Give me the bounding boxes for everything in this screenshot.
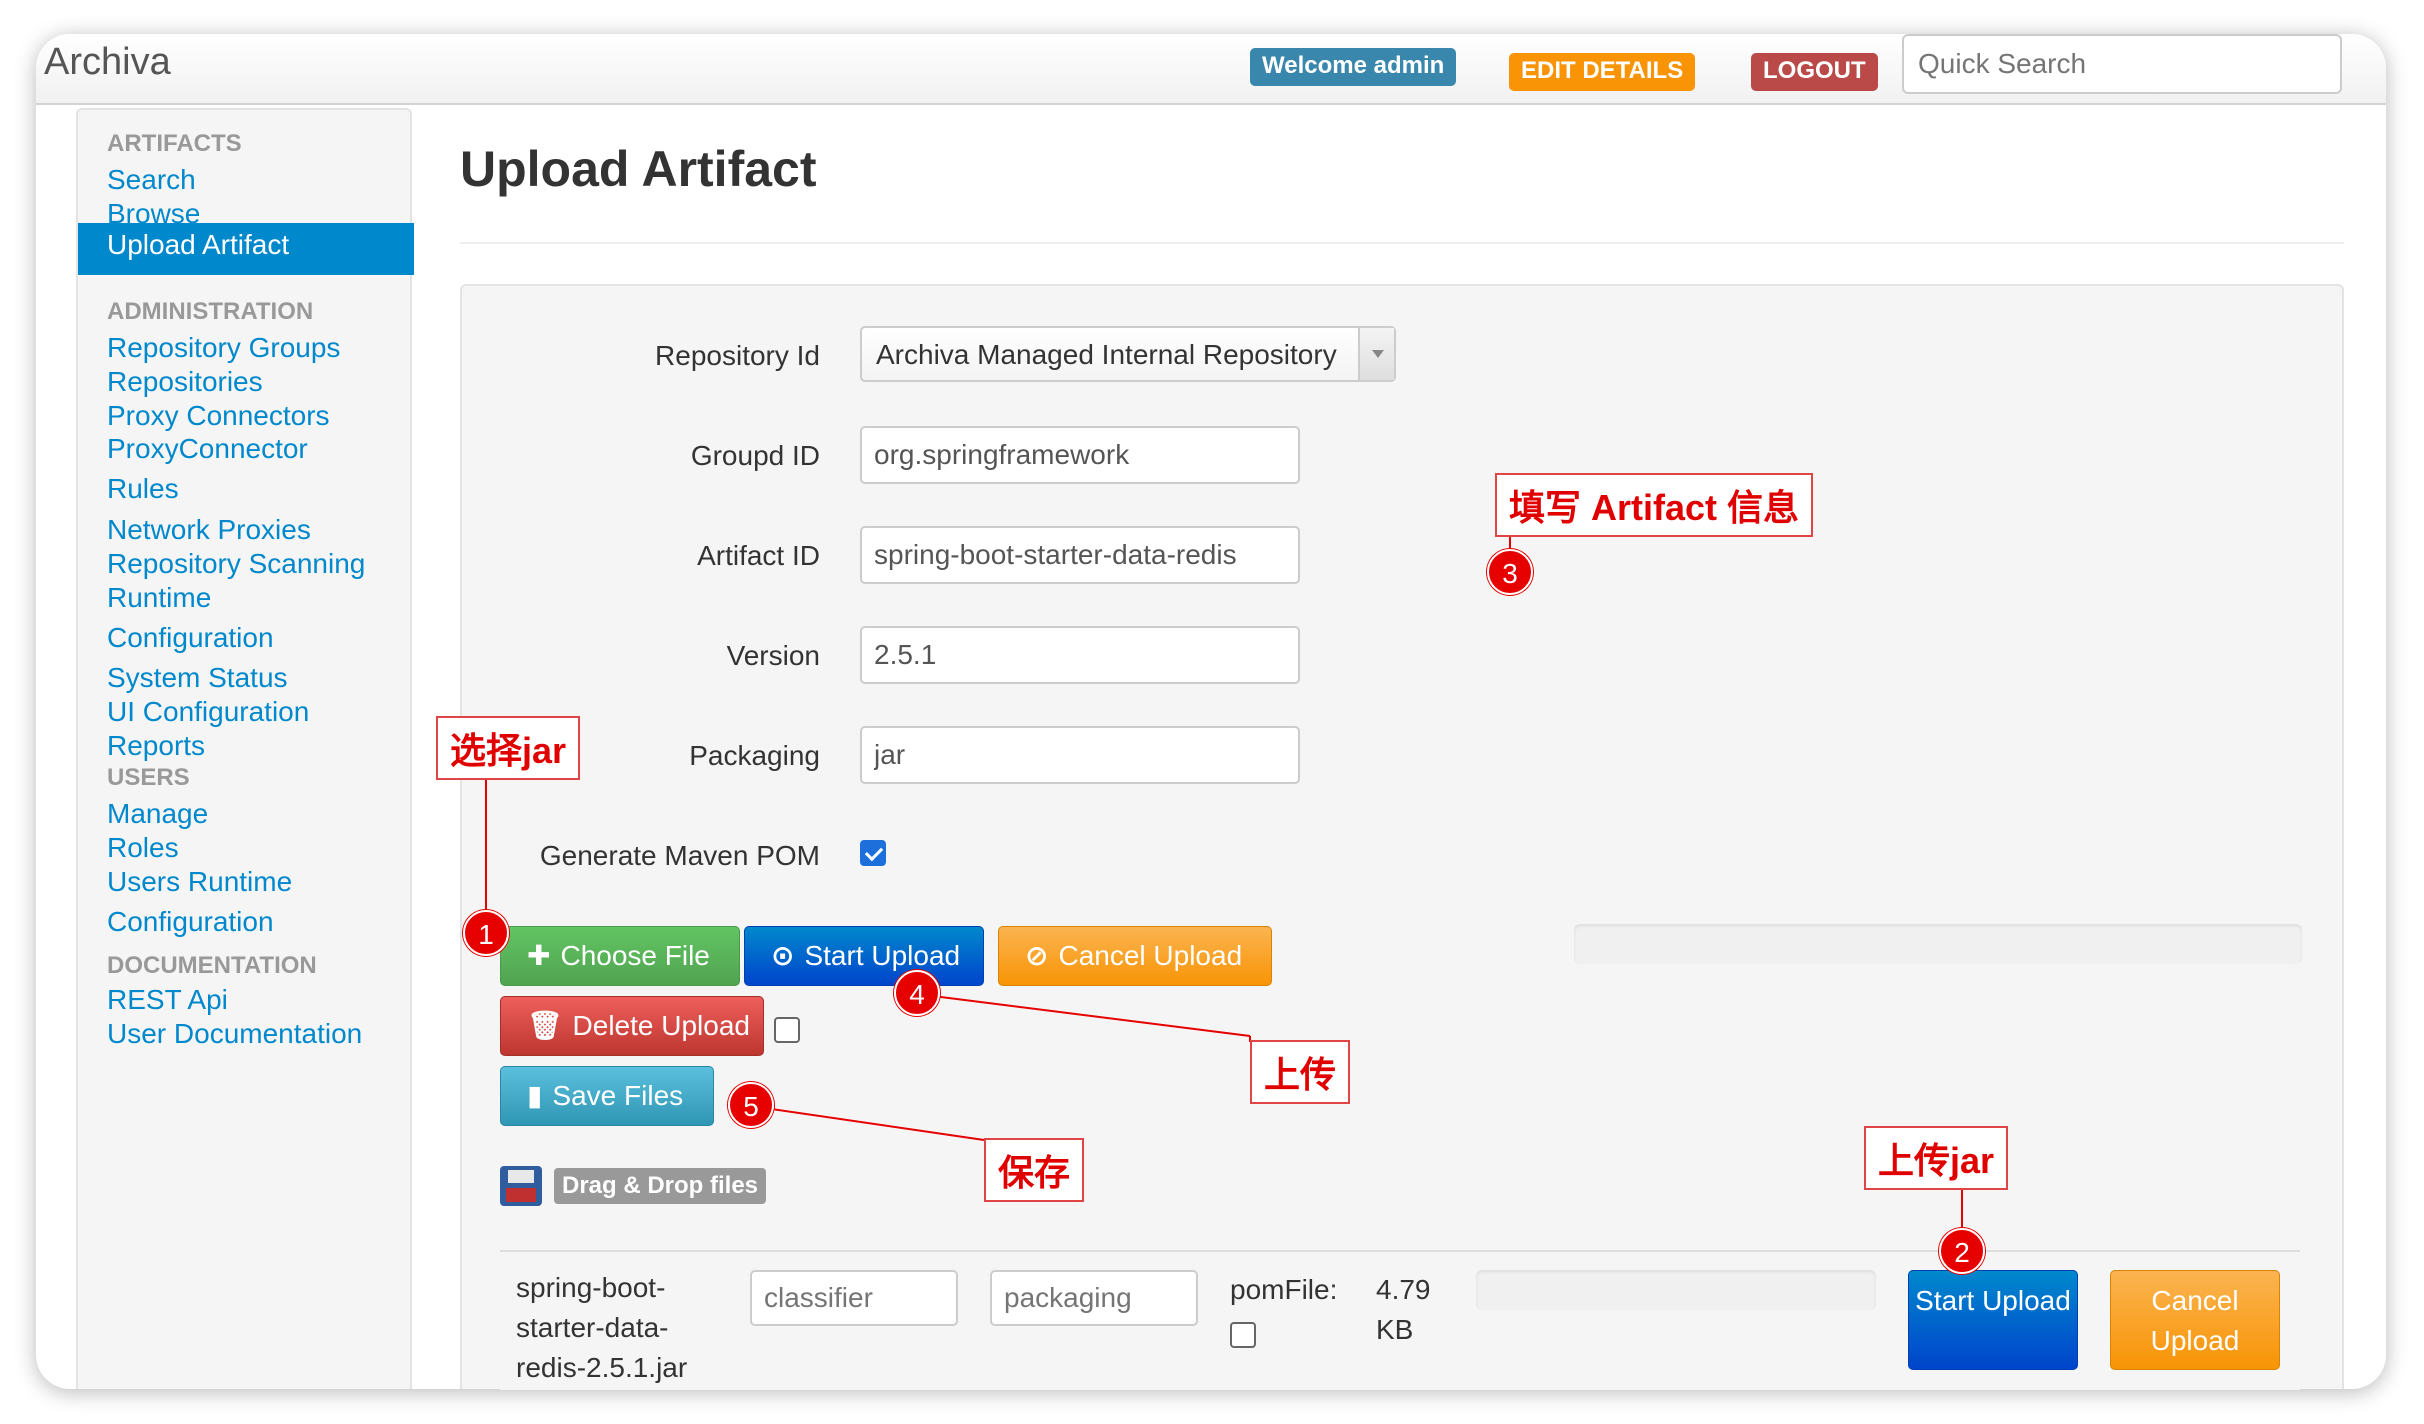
app-window: Archiva Welcome admin EDIT DETAILS LOGOU… <box>36 34 2386 1389</box>
annotation-upload: 上传 <box>1250 1040 1351 1104</box>
nav-header-administration: ADMINISTRATION <box>107 298 314 325</box>
file-cancel-upload-label: Cancel Upload <box>2150 1285 2240 1356</box>
sidebar: ARTIFACTS Search Browse Upload Artifact … <box>76 108 414 1389</box>
plus-icon: ✚ <box>527 940 551 971</box>
top-navbar: Archiva Welcome admin EDIT DETAILS LOGOU… <box>36 34 2386 105</box>
sidebar-item-users-runtime-configuration[interactable]: Users Runtime Configuration <box>107 862 337 942</box>
annotation-step-3: 3 <box>1487 549 1533 595</box>
delete-upload-label: Delete Upload <box>572 1010 750 1041</box>
start-upload-label: Start Upload <box>804 940 961 971</box>
cancel-upload-button[interactable]: ⊘ Cancel Upload <box>998 926 1272 986</box>
floppy-disk-icon <box>500 1166 542 1206</box>
annotation-fill-info: 填写 Artifact 信息 <box>1495 473 1814 537</box>
save-files-label: Save Files <box>552 1080 684 1111</box>
annotation-select-jar: 选择jar <box>436 716 581 780</box>
drag-drop-label: Drag & Drop files <box>554 1168 767 1204</box>
start-upload-button[interactable]: ⊙ Start Upload <box>744 926 984 986</box>
nav-header-users: USERS <box>107 764 190 791</box>
file-start-upload-button[interactable]: Start Upload <box>1908 1270 2078 1370</box>
group-id-label: Groupd ID <box>690 440 820 471</box>
version-input[interactable] <box>860 626 1300 684</box>
classifier-input[interactable] <box>750 1270 958 1326</box>
cancel-upload-label: Cancel Upload <box>1058 940 1243 971</box>
choose-file-button[interactable]: ✚ Choose File <box>500 926 740 986</box>
artifact-id-input[interactable] <box>860 526 1300 584</box>
ban-icon: ⊘ <box>1025 940 1049 971</box>
annotation-step-1: 1 <box>463 910 509 956</box>
file-start-upload-label: Start Upload <box>1915 1285 2071 1316</box>
sidebar-item-upload-artifact[interactable]: Upload Artifact <box>78 223 414 275</box>
annotation-step-2: 2 <box>1939 1228 1985 1274</box>
sidebar-item-runtime-configuration[interactable]: Runtime Configuration <box>107 578 307 658</box>
sidebar-item-user-documentation[interactable]: User Documentation <box>107 1014 407 1054</box>
sidebar-item-label: Upload Artifact <box>107 229 290 260</box>
pom-file-label: pomFile: <box>1230 1274 1338 1305</box>
save-files-button[interactable]: ▮ Save Files <box>500 1066 714 1126</box>
repository-id-select[interactable]: Archiva Managed Internal Repository <box>860 326 1396 382</box>
choose-file-label: Choose File <box>560 940 710 971</box>
page-title: Upload Artifact <box>460 141 817 197</box>
artifact-id-label: Artifact ID <box>697 540 820 571</box>
packaging-input[interactable] <box>860 726 1300 784</box>
select-all-checkbox[interactable] <box>774 1017 800 1043</box>
version-label: Version <box>726 640 820 671</box>
file-name: spring-boot-starter-data-redis-2.5.1.jar <box>516 1272 688 1383</box>
annotation-step-4: 4 <box>894 970 940 1016</box>
title-divider <box>460 242 2344 244</box>
group-id-input[interactable] <box>860 426 1300 484</box>
upload-circle-icon: ⊙ <box>771 940 795 971</box>
brand-logo[interactable]: Archiva <box>44 34 171 90</box>
repository-id-selected: Archiva Managed Internal Repository <box>876 339 1337 370</box>
edit-details-button[interactable]: EDIT DETAILS <box>1509 53 1696 91</box>
chevron-down-icon <box>1358 328 1394 380</box>
sidebar-item-proxy-connector-rules[interactable]: ProxyConnector Rules <box>107 429 327 509</box>
annotation-upload-jar: 上传jar <box>1864 1126 2009 1190</box>
annotation-save: 保存 <box>984 1138 1085 1202</box>
file-size: 4.79 KB <box>1376 1274 1431 1345</box>
generate-pom-checkbox[interactable] <box>860 840 886 866</box>
file-progress-bar <box>1476 1270 1876 1310</box>
file-icon: ▮ <box>527 1080 543 1111</box>
generate-pom-label: Generate Maven POM <box>539 840 820 871</box>
file-packaging-input[interactable] <box>990 1270 1198 1326</box>
welcome-badge: Welcome admin <box>1250 48 1457 86</box>
nav-header-artifacts: ARTIFACTS <box>107 130 242 157</box>
quick-search-input[interactable] <box>1902 34 2342 94</box>
logout-button[interactable]: LOGOUT <box>1751 53 1878 91</box>
annotation-step-5: 5 <box>728 1082 774 1128</box>
nav-header-documentation: DOCUMENTATION <box>107 952 317 979</box>
sidebar-item-reports[interactable]: Reports <box>107 726 407 766</box>
pom-file-checkbox[interactable] <box>1230 1322 1256 1348</box>
global-progress-bar <box>1574 924 2302 964</box>
trash-icon: 🗑 <box>527 1010 563 1041</box>
file-cancel-upload-button[interactable]: Cancel Upload <box>2110 1270 2280 1370</box>
delete-upload-button[interactable]: 🗑 Delete Upload <box>500 996 764 1056</box>
repository-id-label: Repository Id <box>655 340 820 371</box>
